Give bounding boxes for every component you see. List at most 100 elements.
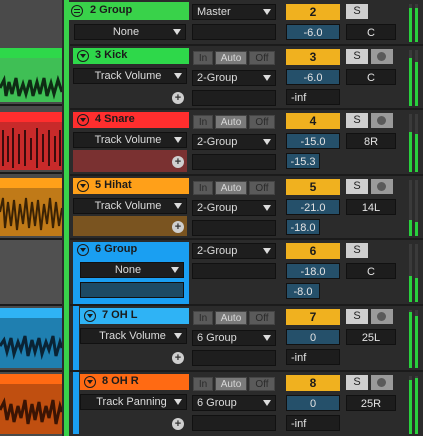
track-2-header[interactable]: 2 Group — [66, 2, 189, 20]
volume-field[interactable]: -6.0 — [286, 24, 340, 40]
track-6-header[interactable]: 6 Group — [73, 242, 189, 258]
snare-clip-waveform[interactable] — [0, 122, 62, 170]
input-type-dropdown[interactable]: Track Volume — [73, 132, 187, 148]
arm-button[interactable] — [371, 179, 393, 194]
track-activator[interactable]: 6 — [286, 243, 340, 259]
snare-clip-header[interactable] — [0, 112, 62, 122]
monitor-auto-button[interactable]: Auto — [215, 51, 247, 65]
monitor-auto-button[interactable]: Auto — [215, 181, 247, 195]
pan-field[interactable]: 8R — [346, 133, 396, 149]
group-fold-icon[interactable] — [71, 5, 83, 17]
track-activator[interactable]: 5 — [286, 179, 340, 195]
solo-button[interactable]: S — [346, 179, 368, 194]
output-channel-box[interactable] — [192, 90, 276, 106]
send-field[interactable]: -15.3 — [286, 153, 320, 169]
add-icon[interactable]: + — [172, 156, 184, 168]
hihat-clip-header[interactable] — [0, 178, 62, 188]
solo-button[interactable]: S — [346, 243, 368, 258]
pan-field[interactable]: 25R — [346, 395, 396, 411]
monitor-auto-button[interactable]: Auto — [215, 377, 247, 391]
track-activator[interactable]: 8 — [286, 375, 340, 391]
fold-icon[interactable] — [84, 310, 96, 322]
arm-button[interactable] — [371, 49, 393, 64]
ohr-clip-header[interactable] — [0, 374, 62, 384]
track-activator[interactable]: 2 — [286, 4, 340, 20]
input-type-dropdown[interactable]: Track Volume — [73, 68, 187, 84]
output-dropdown[interactable]: 2-Group — [192, 70, 276, 86]
kick-clip-waveform[interactable] — [0, 58, 62, 102]
solo-button[interactable]: S — [346, 113, 368, 128]
input-type-dropdown[interactable]: None — [80, 262, 184, 278]
arm-button[interactable] — [371, 113, 393, 128]
add-icon[interactable]: + — [172, 92, 184, 104]
output-dropdown[interactable]: 6 Group — [192, 395, 276, 411]
ohl-clip-header[interactable] — [0, 308, 62, 318]
track-activator[interactable]: 3 — [286, 49, 340, 65]
input-type-dropdown[interactable]: None — [74, 24, 186, 40]
track-3-header[interactable]: 3 Kick — [73, 48, 189, 64]
track-7-header[interactable]: 7 OH L — [80, 308, 189, 324]
monitor-in-button[interactable]: In — [193, 377, 213, 391]
kick-clip-header[interactable] — [0, 48, 62, 58]
input-type-dropdown[interactable]: Track Volume — [80, 328, 187, 344]
monitor-off-button[interactable]: Off — [249, 311, 275, 325]
pan-field[interactable]: C — [346, 69, 396, 85]
track-8-header[interactable]: 8 OH R — [80, 374, 189, 390]
output-dropdown[interactable]: 6 Group — [192, 330, 276, 346]
output-channel-box[interactable] — [192, 415, 276, 431]
output-channel-box[interactable] — [192, 24, 276, 40]
monitor-in-button[interactable]: In — [193, 181, 213, 195]
output-dropdown[interactable]: Master — [192, 4, 276, 20]
input-type-dropdown[interactable]: Track Volume — [73, 198, 187, 214]
output-channel-box[interactable] — [192, 154, 276, 170]
add-icon[interactable]: + — [172, 418, 184, 430]
pan-field[interactable]: 14L — [346, 199, 396, 215]
volume-field[interactable]: 0 — [286, 329, 340, 345]
volume-field[interactable]: 0 — [286, 395, 340, 411]
send-field[interactable]: -inf — [286, 349, 340, 365]
pan-field[interactable]: 25L — [346, 329, 396, 345]
hihat-clip-waveform[interactable] — [0, 188, 62, 236]
track-4-header[interactable]: 4 Snare — [73, 112, 189, 128]
send-field[interactable]: -8.0 — [286, 283, 320, 299]
pan-field[interactable]: C — [346, 24, 396, 40]
monitor-off-button[interactable]: Off — [249, 51, 275, 65]
send-field[interactable]: -18.0 — [286, 219, 320, 235]
solo-button[interactable]: S — [346, 375, 368, 390]
solo-button[interactable]: S — [346, 49, 368, 64]
monitor-off-button[interactable]: Off — [249, 181, 275, 195]
solo-button[interactable]: S — [346, 309, 368, 324]
track-5-header[interactable]: 5 Hihat — [73, 178, 189, 194]
ohl-clip-waveform[interactable] — [0, 318, 62, 368]
volume-field[interactable]: -6.0 — [286, 69, 340, 85]
fold-icon[interactable] — [77, 180, 89, 192]
monitor-in-button[interactable]: In — [193, 115, 213, 129]
send-field[interactable]: -inf — [286, 415, 340, 431]
track-activator[interactable]: 4 — [286, 113, 340, 129]
track-activator[interactable]: 7 — [286, 309, 340, 325]
monitor-in-button[interactable]: In — [193, 51, 213, 65]
monitor-auto-button[interactable]: Auto — [215, 115, 247, 129]
output-channel-box[interactable] — [192, 350, 276, 366]
input-channel-box[interactable] — [80, 282, 184, 298]
volume-field[interactable]: -15.0 — [286, 133, 340, 149]
monitor-in-button[interactable]: In — [193, 311, 213, 325]
monitor-auto-button[interactable]: Auto — [215, 311, 247, 325]
output-dropdown[interactable]: 2-Group — [192, 243, 276, 259]
arm-button[interactable] — [371, 309, 393, 324]
volume-field[interactable]: -21.0 — [286, 199, 340, 215]
monitor-off-button[interactable]: Off — [249, 115, 275, 129]
fold-icon[interactable] — [77, 244, 89, 256]
input-type-dropdown[interactable]: Track Panning — [80, 394, 187, 410]
send-field[interactable]: -inf — [286, 89, 340, 105]
fold-icon[interactable] — [77, 50, 89, 62]
arm-button[interactable] — [371, 375, 393, 390]
output-channel-box[interactable] — [192, 220, 276, 236]
add-icon[interactable]: + — [172, 352, 184, 364]
output-dropdown[interactable]: 2-Group — [192, 134, 276, 150]
monitor-off-button[interactable]: Off — [249, 377, 275, 391]
solo-button[interactable]: S — [346, 4, 368, 19]
pan-field[interactable]: C — [346, 263, 396, 279]
add-icon[interactable]: + — [172, 221, 184, 233]
ohr-clip-waveform[interactable] — [0, 384, 62, 434]
